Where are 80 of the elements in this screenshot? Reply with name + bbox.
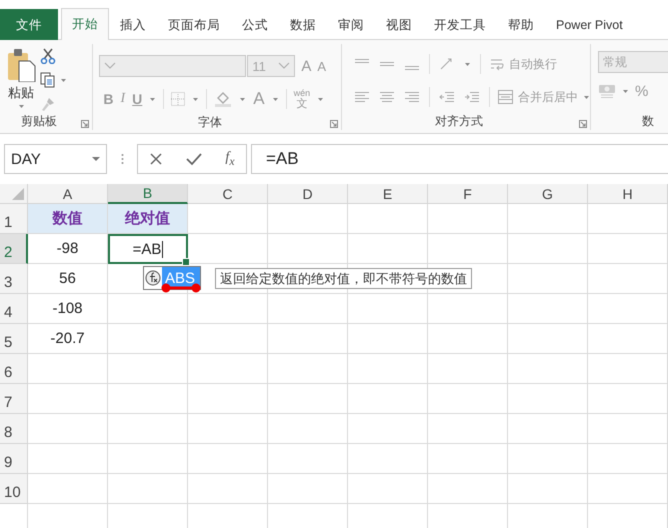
table-cell[interactable]: 数值 <box>28 204 108 234</box>
ribbon-tab[interactable]: Power Pivot <box>545 9 634 40</box>
group-label: 剪贴板 <box>20 112 58 130</box>
align-center-icon[interactable] <box>379 90 395 104</box>
checkmark-icon[interactable] <box>186 152 202 166</box>
chevron-down-icon <box>278 62 290 70</box>
column-header[interactable]: G <box>508 184 588 204</box>
dialog-launcher-icon[interactable] <box>330 120 338 128</box>
name-box[interactable]: DAY <box>4 144 107 174</box>
caret-icon[interactable] <box>317 96 324 102</box>
caret-icon[interactable] <box>239 96 246 102</box>
table-cell[interactable]: -108 <box>28 294 108 324</box>
annotation-mark <box>160 282 202 294</box>
row-header[interactable]: 8 <box>0 414 28 444</box>
scissors-icon[interactable] <box>40 48 56 64</box>
row-header[interactable]: 5 <box>0 324 28 354</box>
ribbon-tab[interactable]: 帮助 <box>497 9 545 40</box>
row-header[interactable]: 3 <box>0 264 28 294</box>
caret-icon <box>92 156 100 162</box>
caret-icon[interactable] <box>464 62 471 66</box>
row-header[interactable]: 4 <box>0 294 28 324</box>
column-header[interactable]: A <box>28 184 108 204</box>
file-tab[interactable]: 文件 <box>0 9 58 40</box>
column-header[interactable]: F <box>428 184 508 204</box>
borders-icon[interactable] <box>171 92 186 106</box>
caret-icon[interactable] <box>60 78 67 82</box>
column-header[interactable]: D <box>268 184 348 204</box>
increase-indent-icon[interactable] <box>464 90 480 104</box>
caret-icon[interactable] <box>149 96 156 102</box>
column-header[interactable]: H <box>588 184 668 204</box>
ribbon-tab[interactable]: 公式 <box>231 9 279 40</box>
ribbon-tab[interactable]: 开始 <box>61 8 109 40</box>
chevron-down-icon <box>104 62 116 70</box>
ribbon-tab[interactable]: 页面布局 <box>157 9 231 40</box>
caret-icon[interactable] <box>18 104 24 109</box>
insert-function-button[interactable]: f$_{x}$ <box>225 150 234 168</box>
caret-icon[interactable] <box>622 88 629 94</box>
function-tooltip: 返回给定数值的绝对值，即不带符号的数值 <box>215 268 472 289</box>
group-label: 对齐方式 <box>434 112 484 130</box>
row-header[interactable]: 6 <box>0 354 28 384</box>
font-name-field[interactable] <box>99 55 246 77</box>
row-header[interactable]: 1 <box>0 204 28 234</box>
caret-icon[interactable] <box>192 96 200 102</box>
row-header[interactable]: 7 <box>0 384 28 414</box>
paste-button[interactable]: 粘贴 <box>6 44 36 112</box>
table-cell[interactable]: =AB <box>108 234 188 264</box>
select-all-icon[interactable] <box>12 188 24 200</box>
fill-color-icon[interactable] <box>214 91 232 107</box>
column-header[interactable]: E <box>348 184 428 204</box>
ribbon-tab[interactable]: 开发工具 <box>423 9 497 40</box>
row-header[interactable]: 10 <box>0 474 28 504</box>
cancel-icon[interactable] <box>149 152 164 166</box>
table-cell[interactable]: -20.7 <box>28 324 108 354</box>
clipboard-icon <box>6 48 36 82</box>
column-header[interactable]: B <box>108 184 188 204</box>
table-cell[interactable]: -98 <box>28 234 108 264</box>
column-header[interactable]: C <box>188 184 268 204</box>
ribbon-tab[interactable]: 审阅 <box>327 9 375 40</box>
merge-cells-icon <box>498 90 513 104</box>
row-header[interactable]: 2 <box>0 234 28 264</box>
group-label: 字体 <box>197 114 224 131</box>
decrease-indent-icon[interactable] <box>438 90 454 104</box>
table-cell[interactable]: 56 <box>28 264 108 294</box>
align-right-icon[interactable] <box>404 90 420 104</box>
align-left-icon[interactable] <box>354 90 370 104</box>
brush-icon[interactable] <box>40 96 56 112</box>
ribbon-tab[interactable]: 数据 <box>279 9 327 40</box>
table-cell[interactable]: 绝对值 <box>108 204 188 234</box>
ribbon-tab[interactable]: 插入 <box>109 9 157 40</box>
wrap-text-icon <box>490 57 504 71</box>
formula-field[interactable]: =AB <box>251 144 668 174</box>
dialog-launcher-icon[interactable] <box>81 120 90 128</box>
caret-icon[interactable] <box>583 94 590 100</box>
caret-icon[interactable] <box>272 96 279 102</box>
row-header[interactable]: 9 <box>0 444 28 474</box>
group-label: 数 <box>641 112 654 130</box>
ribbon-tab[interactable]: 视图 <box>375 9 423 40</box>
dialog-launcher-icon[interactable] <box>579 120 587 128</box>
grip-icon <box>120 153 124 165</box>
copy-icon[interactable] <box>40 72 56 88</box>
